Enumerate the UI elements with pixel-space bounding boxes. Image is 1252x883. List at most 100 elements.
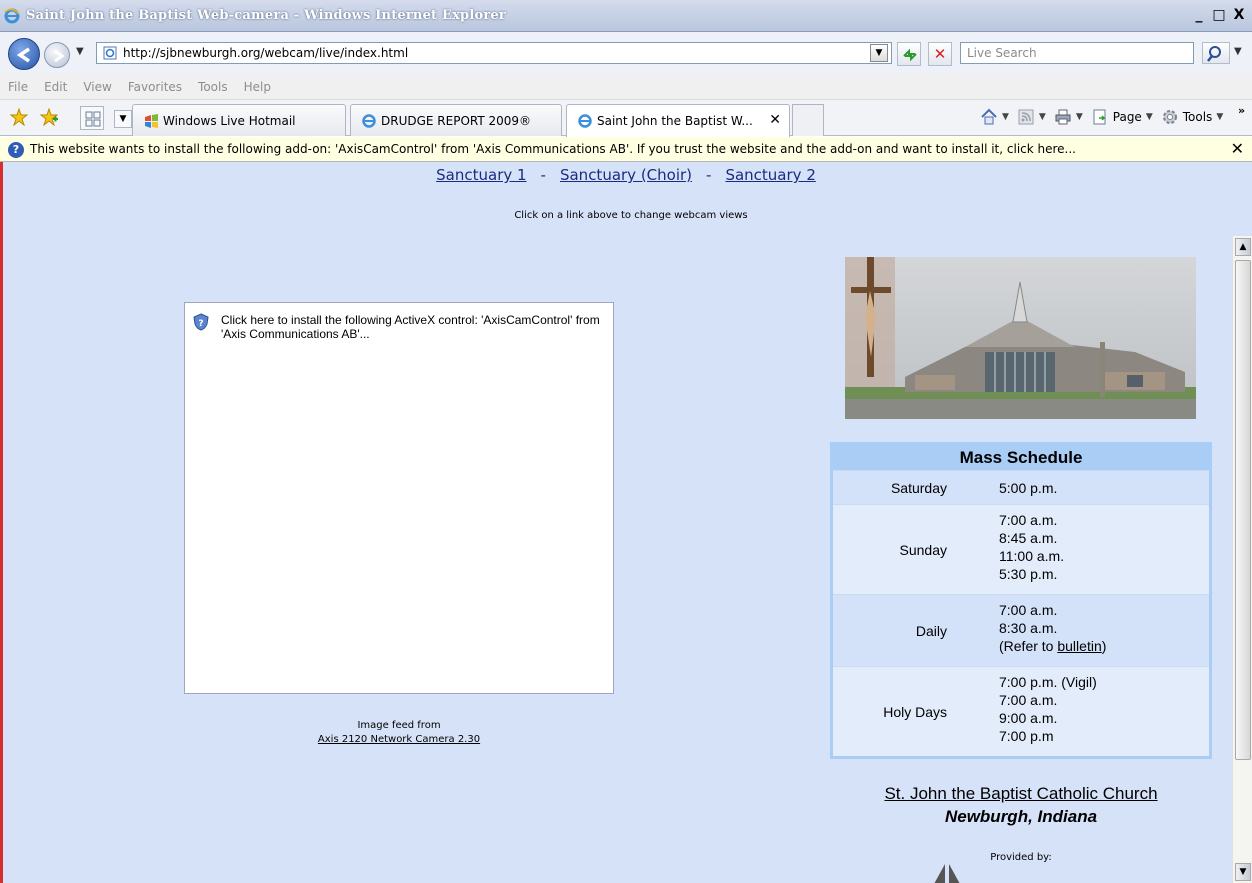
mass-time: 7:00 a.m. bbox=[999, 692, 1058, 708]
menu-help[interactable]: Help bbox=[244, 80, 271, 94]
home-icon[interactable] bbox=[980, 108, 998, 126]
stop-button[interactable]: ✕ bbox=[928, 42, 952, 66]
church-name-link[interactable]: St. John the Baptist Catholic Church bbox=[830, 784, 1212, 804]
vertical-scrollbar[interactable]: ▲ ▼ bbox=[1232, 236, 1252, 883]
schedule-times: 7:00 p.m. (Vigil) 7:00 a.m. 9:00 a.m. 7:… bbox=[973, 667, 1209, 756]
menu-favorites[interactable]: Favorites bbox=[128, 80, 182, 94]
ie-logo-icon bbox=[4, 8, 20, 24]
schedule-times: 7:00 a.m. 8:30 a.m. (Refer to bulletin) bbox=[973, 595, 1209, 666]
bulletin-note-prefix: (Refer to bbox=[999, 638, 1058, 654]
quick-tabs-button[interactable] bbox=[80, 106, 104, 130]
ie-page-icon bbox=[578, 114, 592, 128]
tools-gear-icon[interactable] bbox=[1161, 108, 1179, 126]
favorites-center-icon[interactable] bbox=[10, 108, 28, 126]
feeds-icon[interactable] bbox=[1017, 108, 1035, 126]
tab-list-dropdown[interactable]: ▼ bbox=[114, 110, 132, 128]
schedule-row-daily: Daily 7:00 a.m. 8:30 a.m. (Refer to bull… bbox=[833, 594, 1209, 666]
activex-placeholder[interactable]: ? Click here to install the following Ac… bbox=[184, 302, 614, 694]
back-arrow-icon bbox=[16, 47, 30, 63]
search-input[interactable] bbox=[961, 43, 1193, 63]
link-sanctuary-choir[interactable]: Sanctuary (Choir) bbox=[560, 166, 692, 184]
schedule-day: Holy Days bbox=[883, 703, 947, 720]
webcam-view-links: Sanctuary 1- Sanctuary (Choir) - Sanctuary … bbox=[0, 166, 1252, 184]
menu-edit[interactable]: Edit bbox=[44, 80, 67, 94]
back-button[interactable] bbox=[8, 38, 40, 70]
page-viewport: Sanctuary 1- Sanctuary (Choir) - Sanctuary … bbox=[0, 162, 1252, 883]
page-menu-dropdown[interactable]: ▼ bbox=[1146, 112, 1153, 122]
menu-view[interactable]: View bbox=[83, 80, 111, 94]
refresh-icon bbox=[903, 48, 917, 62]
tools-menu-label[interactable]: Tools bbox=[1183, 110, 1213, 124]
window-left-border bbox=[0, 162, 3, 883]
ie-page-icon bbox=[362, 114, 376, 128]
new-tab-button[interactable] bbox=[792, 104, 824, 136]
camera-model-link[interactable]: Axis 2120 Network Camera 2.30 bbox=[318, 734, 480, 745]
home-dropdown[interactable]: ▼ bbox=[1002, 112, 1009, 122]
schedule-row-holy-days: Holy Days 7:00 p.m. (Vigil) 7:00 a.m. 9:… bbox=[833, 666, 1209, 756]
toolbar-overflow-chevron-icon[interactable]: » bbox=[1238, 104, 1245, 117]
address-field[interactable]: http://sjbnewburgh.org/webcam/live/index… bbox=[96, 42, 892, 64]
close-tab-icon[interactable]: ✕ bbox=[769, 112, 781, 128]
tools-menu-dropdown[interactable]: ▼ bbox=[1216, 112, 1223, 122]
activex-install-message[interactable]: Click here to install the following Acti… bbox=[221, 313, 611, 341]
address-dropdown-button[interactable]: ▼ bbox=[870, 44, 888, 62]
church-photo bbox=[845, 257, 1196, 419]
mass-time: 7:00 a.m. bbox=[999, 602, 1058, 618]
minimize-button[interactable]: _ bbox=[1190, 6, 1208, 24]
tab-windows-live-hotmail[interactable]: Windows Live Hotmail bbox=[132, 104, 346, 136]
print-dropdown[interactable]: ▼ bbox=[1076, 112, 1083, 122]
info-bar-message[interactable]: This website wants to install the follow… bbox=[30, 142, 1076, 156]
feeds-dropdown[interactable]: ▼ bbox=[1039, 112, 1046, 122]
info-shield-icon: ? bbox=[8, 142, 24, 158]
info-bar-close-icon[interactable]: ✕ bbox=[1231, 139, 1244, 158]
add-favorites-icon[interactable] bbox=[40, 108, 58, 126]
address-toolbar: ▼ http://sjbnewburgh.org/webcam/live/ind… bbox=[0, 32, 1252, 74]
close-window-button[interactable]: X bbox=[1230, 6, 1248, 24]
page-menu-label[interactable]: Page bbox=[1113, 110, 1142, 124]
window-titlebar: Saint John the Baptist Web-camera - Wind… bbox=[0, 0, 1252, 32]
tab-bar: ▼ Windows Live Hotmail DRUDGE REPORT 200… bbox=[0, 100, 1252, 137]
window-title: Saint John the Baptist Web-camera - Wind… bbox=[26, 8, 506, 23]
feed-caption-text: Image feed from bbox=[357, 720, 441, 731]
forward-button[interactable] bbox=[44, 42, 70, 68]
schedule-day: Sunday bbox=[899, 541, 947, 558]
refresh-button[interactable] bbox=[897, 42, 921, 66]
mass-time: 7:00 a.m. bbox=[999, 512, 1058, 528]
print-icon[interactable] bbox=[1054, 108, 1072, 126]
mass-time: 9:00 a.m. bbox=[999, 710, 1058, 726]
tab-drudge-report[interactable]: DRUDGE REPORT 2009® bbox=[350, 104, 562, 136]
tab-label: DRUDGE REPORT 2009® bbox=[381, 114, 532, 128]
scroll-up-arrow-icon[interactable]: ▲ bbox=[1235, 238, 1251, 256]
menu-file[interactable]: File bbox=[8, 80, 28, 94]
security-shield-icon: ? bbox=[193, 313, 209, 331]
address-url[interactable]: http://sjbnewburgh.org/webcam/live/index… bbox=[123, 46, 408, 60]
forward-arrow-icon bbox=[54, 49, 65, 63]
mass-time: 5:00 p.m. bbox=[999, 480, 1058, 496]
tab-saint-john-webcam[interactable]: Saint John the Baptist W... ✕ bbox=[566, 104, 790, 137]
menu-bar: File Edit View Favorites Tools Help bbox=[0, 74, 1252, 100]
scrollbar-thumb[interactable] bbox=[1235, 260, 1251, 760]
link-sanctuary-1[interactable]: Sanctuary 1 bbox=[436, 166, 526, 184]
link-sanctuary-2[interactable]: Sanctuary 2 bbox=[725, 166, 815, 184]
command-bar: ▼ ▼ ▼ Page ▼ Tools ▼ bbox=[980, 108, 1227, 126]
search-field[interactable] bbox=[960, 42, 1194, 64]
maximize-button[interactable]: □ bbox=[1210, 6, 1228, 24]
bulletin-link[interactable]: bulletin bbox=[1057, 638, 1101, 654]
schedule-times: 5:00 p.m. bbox=[973, 471, 1209, 504]
search-icon bbox=[1207, 46, 1221, 62]
mass-time: 11:00 a.m. bbox=[999, 548, 1065, 564]
tab-label: Windows Live Hotmail bbox=[163, 114, 296, 128]
mass-time: 7:00 p.m bbox=[999, 728, 1054, 744]
history-dropdown[interactable]: ▼ bbox=[76, 46, 84, 57]
mass-time: 5:30 p.m. bbox=[999, 566, 1058, 582]
page-menu-icon[interactable] bbox=[1091, 108, 1109, 126]
provider-logo-icon bbox=[934, 864, 960, 883]
bulletin-note-suffix: ) bbox=[1101, 638, 1107, 654]
menu-tools[interactable]: Tools bbox=[198, 80, 228, 94]
scroll-down-arrow-icon[interactable]: ▼ bbox=[1235, 863, 1251, 881]
information-bar[interactable]: ? This website wants to install the foll… bbox=[0, 137, 1252, 162]
search-button[interactable] bbox=[1202, 42, 1230, 64]
bulletin-note: (Refer to bulletin) bbox=[999, 637, 1209, 655]
svg-text:?: ? bbox=[198, 319, 203, 329]
search-options-dropdown[interactable]: ▼ bbox=[1234, 46, 1242, 57]
